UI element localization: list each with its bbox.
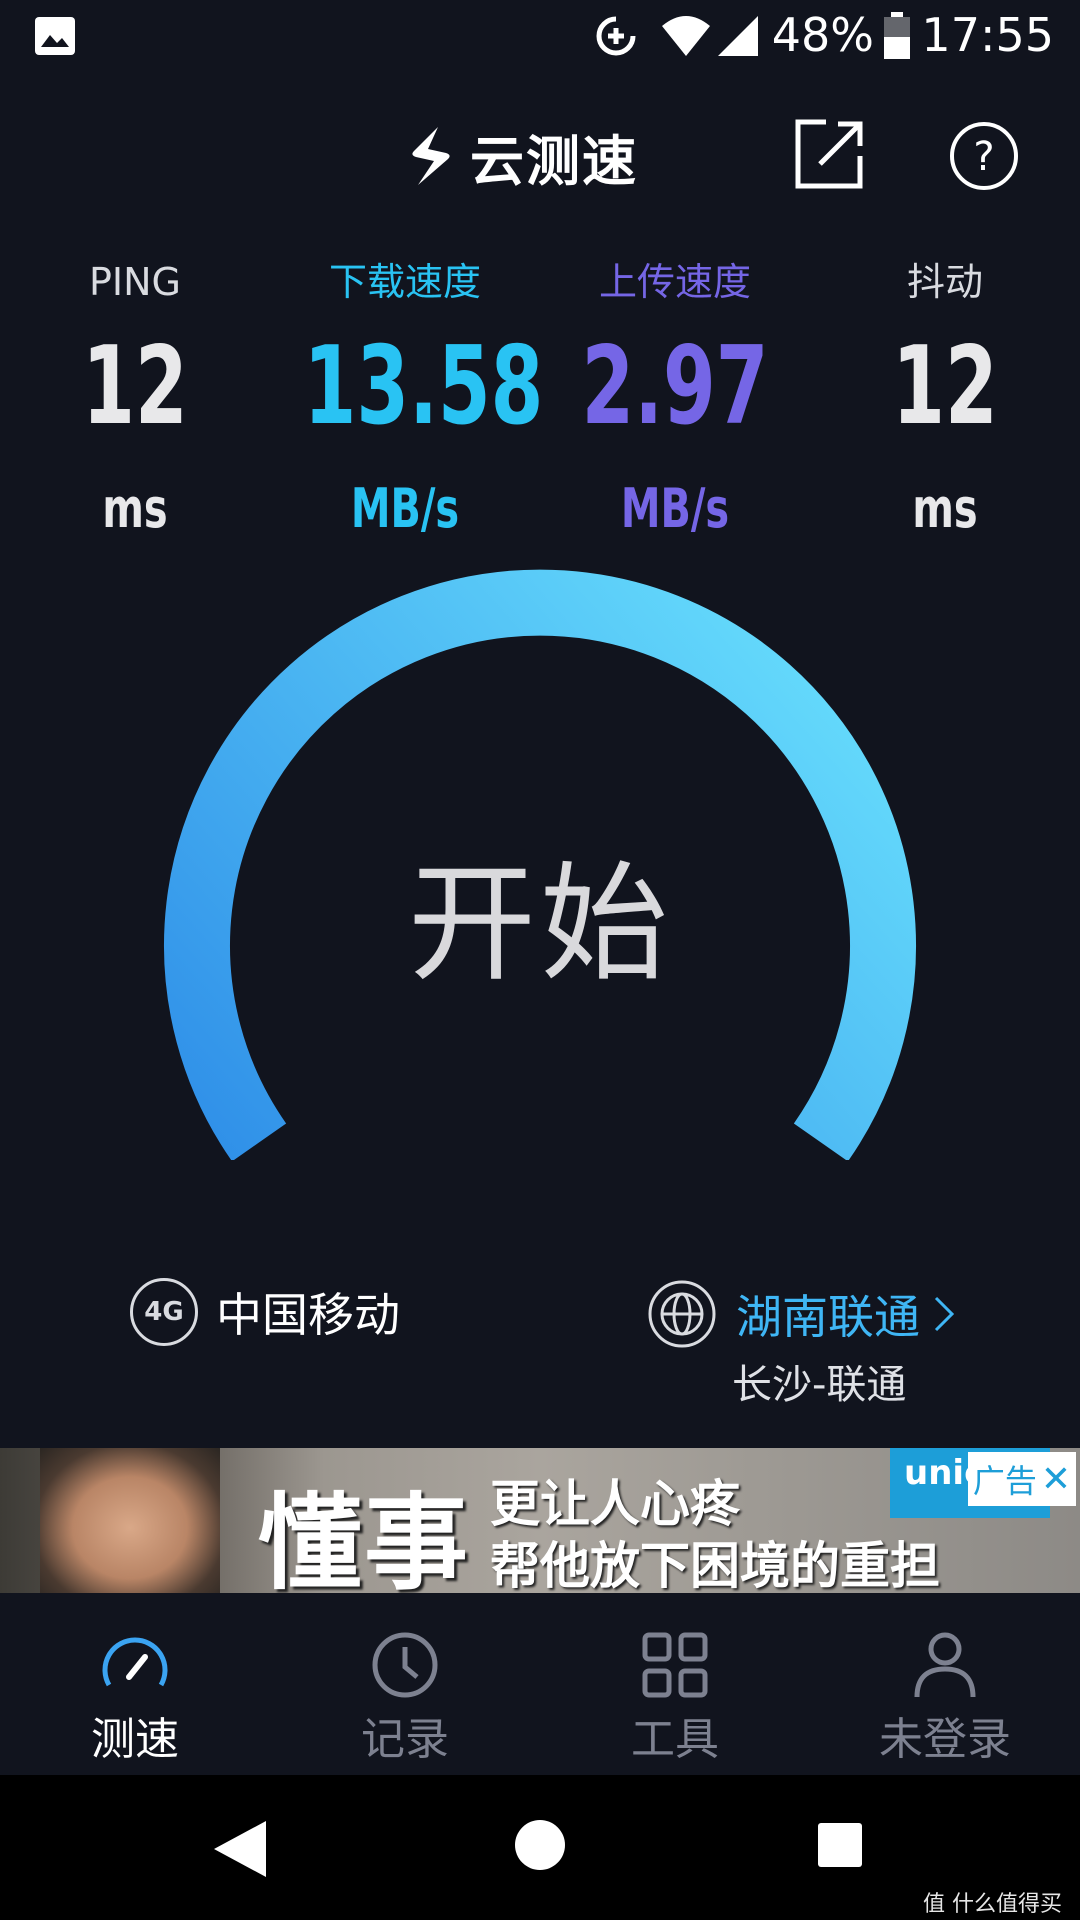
ad-title: 懂事	[258, 1482, 471, 1593]
jitter-value: 12	[892, 324, 998, 449]
battery-percent: 48%	[771, 8, 874, 62]
upload-metric: 上传速度 2.97 MB/s	[545, 252, 805, 554]
status-time: 17:55	[921, 8, 1054, 62]
grid-icon	[642, 1632, 708, 1698]
ping-unit: ms	[102, 477, 168, 540]
network-type-badge: 4G	[130, 1278, 198, 1346]
wifi-icon	[662, 16, 710, 56]
tab-tools[interactable]: 工具	[540, 1593, 810, 1775]
ad-close-button[interactable]: 广告 ✕	[968, 1452, 1076, 1506]
download-metric: 下载速度 13.58 MB/s	[275, 252, 544, 554]
upload-label: 上传速度	[598, 260, 751, 304]
svg-text:?: ?	[973, 134, 994, 180]
ping-label: PING	[89, 260, 181, 304]
home-icon[interactable]	[514, 1819, 566, 1871]
carrier-name: 中国移动	[216, 1288, 400, 1342]
data-saver-icon	[596, 16, 636, 56]
jitter-unit: ms	[912, 477, 978, 540]
ad-badge-label: 广告	[972, 1462, 1037, 1500]
user-icon	[914, 1632, 976, 1698]
help-icon[interactable]: ?	[948, 120, 1020, 192]
cell-signal-icon	[718, 16, 758, 56]
gallery-notification-icon	[35, 17, 75, 55]
server-location: 长沙-联通	[732, 1362, 907, 1408]
battery-icon	[884, 12, 910, 59]
ad-child-photo	[40, 1448, 220, 1593]
system-nav-bar	[0, 1775, 1080, 1920]
chevron-right-icon	[934, 1296, 955, 1332]
ad-line-2: 帮他放下困境的重担	[490, 1537, 940, 1593]
bottom-tab-bar: 测速 记录 工具 未登录	[0, 1593, 1080, 1775]
tab-history[interactable]: 记录	[270, 1593, 540, 1775]
tab-speed-test[interactable]: 测速	[0, 1593, 270, 1775]
tab-speed-test-label: 测速	[91, 1714, 179, 1765]
speedometer-icon	[102, 1637, 168, 1687]
ping-value: 12	[82, 324, 188, 449]
status-bar: 48% 17:55	[0, 0, 1080, 76]
download-label: 下载速度	[328, 260, 481, 304]
watermark: 值 什么值得买	[923, 1892, 1062, 1917]
jitter-metric: 抖动 12 ms	[815, 252, 1075, 554]
tab-history-label: 记录	[361, 1714, 449, 1765]
clock-icon	[372, 1632, 438, 1698]
upload-unit: MB/s	[620, 477, 730, 540]
server-selector[interactable]: 湖南联通	[646, 1278, 956, 1350]
tab-account[interactable]: 未登录	[810, 1593, 1080, 1775]
recents-icon[interactable]	[818, 1823, 862, 1867]
start-button[interactable]: 开始	[0, 820, 1080, 1005]
server-name: 湖南联通	[736, 1290, 920, 1344]
carrier-info: 4G 中国移动	[130, 1278, 400, 1346]
upload-value: 2.97	[581, 324, 769, 449]
tab-tools-label: 工具	[631, 1714, 719, 1765]
app-logo: 云测速	[400, 118, 638, 194]
tab-account-label: 未登录	[879, 1714, 1011, 1765]
logo-text: 云测速	[470, 129, 638, 193]
download-value: 13.58	[303, 324, 544, 449]
download-unit: MB/s	[350, 477, 460, 540]
logo-mark-icon	[412, 127, 450, 185]
jitter-label: 抖动	[906, 260, 983, 304]
ad-banner[interactable]: 懂事 更让人心疼 帮他放下困境的重担 unic 广告 ✕	[0, 1448, 1080, 1593]
share-icon[interactable]	[794, 118, 864, 190]
close-icon: ✕	[1040, 1458, 1072, 1500]
ping-metric: PING 12 ms	[5, 252, 265, 554]
back-icon[interactable]	[212, 1819, 268, 1879]
globe-icon	[648, 1280, 716, 1348]
